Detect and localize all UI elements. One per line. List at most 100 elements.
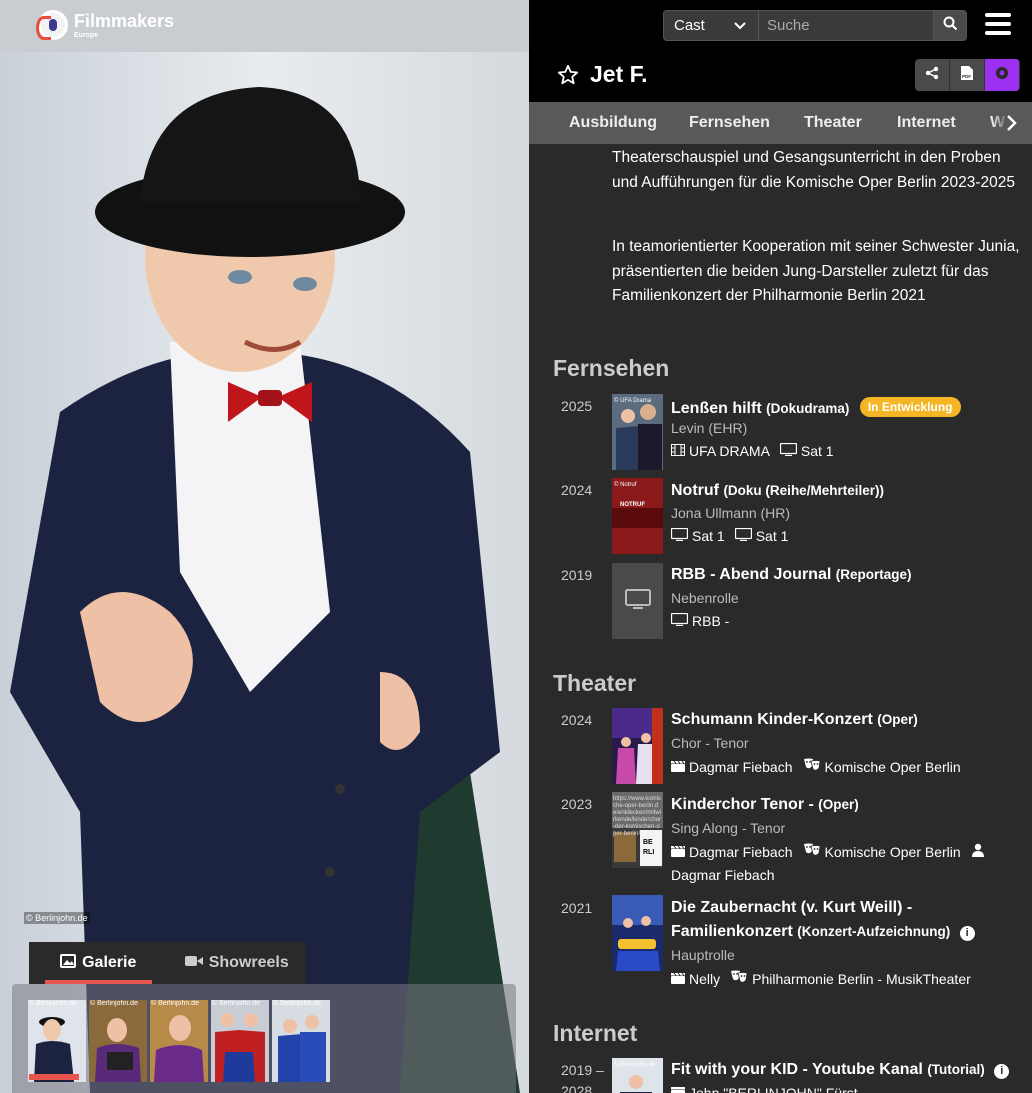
- pdf-button[interactable]: PDF: [950, 59, 985, 91]
- tab-fernsehen[interactable]: Fernsehen: [689, 114, 770, 132]
- svg-text:© Berlinjohn.de: © Berlinjohn.de: [614, 1061, 656, 1068]
- profile-photo[interactable]: [0, 52, 529, 1093]
- gallery-thumb[interactable]: © Berlinjohn.de: [89, 1000, 147, 1082]
- svg-text:© Notruf: © Notruf: [614, 481, 637, 488]
- entry-year: 2019 –: [561, 1062, 604, 1078]
- chevron-right-icon[interactable]: [992, 102, 1032, 144]
- entry-title[interactable]: Notruf (Doku (Reihe/Mehrteiler)): [671, 482, 884, 500]
- profile-header: Jet F. PDF: [529, 52, 1032, 102]
- clapperboard-icon: [671, 759, 685, 775]
- tv-icon: [670, 612, 689, 629]
- intro-paragraph-1: Theaterschauspiel und Gesangsunterricht …: [612, 149, 1015, 191]
- film-icon: [671, 443, 685, 459]
- entry-image-caption: https://www.komische-oper-berlin.de/entd…: [613, 796, 662, 837]
- entry-title[interactable]: Lenßen hilft (Dokudrama) In Entwicklung: [671, 397, 961, 418]
- entry-role: Nebenrolle: [671, 590, 739, 606]
- video-camera-icon: [184, 954, 203, 972]
- top-search-bar: Cast Suche: [529, 0, 1032, 52]
- section-title-tv: Fernsehen: [553, 355, 670, 381]
- tv-icon: [734, 527, 752, 544]
- entry-role: Levin (EHR): [671, 420, 748, 436]
- clapperboard-icon: [671, 1085, 685, 1093]
- clapperboard-icon: [671, 971, 685, 987]
- intro-paragraph-2: In teamorientierter Kooperation mit sein…: [612, 238, 1020, 304]
- tab-ausbildung[interactable]: Ausbildung: [569, 114, 657, 132]
- star-icon[interactable]: [557, 64, 579, 86]
- entry-title[interactable]: Die Zaubernacht (v. Kurt Weill) -: [671, 899, 912, 917]
- section-title-theater: Theater: [553, 670, 637, 696]
- tab-internet[interactable]: Internet: [897, 114, 956, 132]
- status-badge: In Entwicklung: [859, 397, 961, 417]
- entry-image[interactable]: NOTRUF © Notruf: [612, 478, 663, 554]
- search-input[interactable]: Suche: [759, 10, 934, 41]
- entry-year: 2019: [561, 567, 593, 583]
- entry-title[interactable]: Schumann Kinder-Konzert (Oper): [671, 711, 918, 729]
- section-tabs: Ausbildung Fernsehen Theater Internet W: [529, 102, 1032, 144]
- brand-name: Filmmakers: [74, 10, 175, 31]
- profile-panel: Cast Suche Jet F. PDF Ausbildung Fernseh…: [529, 0, 1032, 1093]
- image-icon: [60, 953, 77, 973]
- entry-role: Hauptrolle: [671, 947, 735, 963]
- photo-credit: © Berlinjohn.de: [24, 912, 90, 924]
- entry-year: 2025: [561, 398, 593, 414]
- photo-panel: Filmmakers Europe © Berlinjohn.de Galeri…: [0, 0, 529, 1093]
- tab-showreels-label: Showreels: [208, 954, 289, 971]
- entry-meta-person[interactable]: Dagmar Fiebach: [671, 867, 775, 883]
- gallery-thumb[interactable]: © Berlinjohn.de: [211, 1000, 269, 1082]
- chevron-down-icon: [734, 17, 746, 33]
- brand-sub: Europe: [74, 31, 99, 39]
- entry-image[interactable]: © UFA Drama: [612, 394, 663, 470]
- entry-image[interactable]: © Berlinjohn.de: [612, 1058, 663, 1093]
- entry-year: 2024: [561, 712, 593, 728]
- svg-text:RLI: RLI: [643, 849, 654, 856]
- entry-title-line-2[interactable]: Familienkonzert (Konzert-Aufzeichnung) i: [671, 923, 975, 941]
- info-icon[interactable]: i: [959, 926, 975, 941]
- search-icon: [943, 16, 958, 36]
- section-title-internet: Internet: [553, 1020, 638, 1046]
- thumbnail-strip: © Berlinjohn.de © Berlinjohn.de © Berlin…: [12, 984, 516, 1093]
- logo-button[interactable]: [985, 59, 1020, 91]
- entry-image[interactable]: [612, 708, 663, 784]
- entry-image[interactable]: [612, 895, 663, 971]
- pdf-icon: PDF: [960, 65, 974, 86]
- theater-masks-icon: [730, 970, 748, 987]
- gallery-thumb[interactable]: © Berlinjohn.de: [272, 1000, 330, 1082]
- theater-masks-icon: [803, 843, 821, 860]
- entry-meta: John "BERLINJOHN" Fürst: [671, 1085, 858, 1093]
- tab-galerie[interactable]: Galerie: [29, 942, 168, 984]
- entry-role: Chor - Tenor: [671, 735, 749, 751]
- gallery-thumb[interactable]: © Berlinjohn.de: [28, 1000, 86, 1082]
- entry-meta: Dagmar Fiebach Komische Oper Berlin: [671, 758, 961, 775]
- entry-meta: Nelly Philharmonie Berlin - MusikTheater: [671, 970, 971, 987]
- profile-content: Theaterschauspiel und Gesangsunterricht …: [529, 144, 1032, 1093]
- entry-year: 2021: [561, 900, 593, 916]
- tab-showreels[interactable]: Showreels: [168, 942, 307, 984]
- entry-role: Jona Ullmann (HR): [671, 505, 791, 521]
- tab-theater[interactable]: Theater: [804, 114, 862, 132]
- entry-image[interactable]: BE RLI https://www.komische-oper-berlin.d…: [612, 792, 663, 868]
- entry-meta: Dagmar Fiebach Komische Oper Berlin: [671, 843, 989, 860]
- category-select[interactable]: Cast: [663, 10, 759, 41]
- svg-text:BE: BE: [643, 839, 653, 846]
- category-select-value: Cast: [674, 17, 705, 34]
- entry-role: Sing Along - Tenor: [671, 820, 786, 836]
- profile-name: Jet F.: [590, 61, 648, 87]
- entry-title[interactable]: Fit with your KID - Youtube Kanal (Tutor…: [671, 1061, 1010, 1079]
- gallery-thumb[interactable]: © Berlinjohn.de: [150, 1000, 208, 1082]
- entry-title[interactable]: RBB - Abend Journal (Reportage): [671, 566, 912, 584]
- entry-year-end: 2028: [561, 1083, 593, 1093]
- theater-masks-icon: [803, 758, 821, 775]
- info-icon[interactable]: i: [994, 1064, 1010, 1079]
- entry-image-placeholder[interactable]: [612, 563, 663, 639]
- entry-title[interactable]: Kinderchor Tenor - (Oper): [671, 796, 859, 814]
- share-icon: [925, 66, 939, 85]
- entry-meta: UFA DRAMA Sat 1: [671, 442, 834, 459]
- svg-text:NOTRUF: NOTRUF: [620, 502, 645, 508]
- share-button[interactable]: [915, 59, 950, 91]
- entry-meta: Sat 1 Sat 1: [670, 527, 788, 544]
- hamburger-menu-icon[interactable]: [985, 13, 1011, 37]
- svg-text:© UFA Drama: © UFA Drama: [614, 397, 652, 404]
- brand-logo[interactable]: Filmmakers Europe: [36, 10, 175, 40]
- search-button[interactable]: [933, 10, 967, 41]
- entry-meta: RBB -: [670, 612, 729, 629]
